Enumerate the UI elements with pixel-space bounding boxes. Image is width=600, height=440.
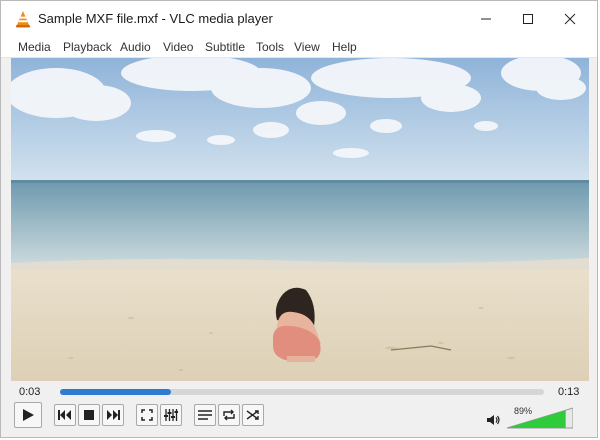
playlist-icon: [198, 410, 212, 420]
stop-icon: [84, 410, 94, 420]
menu-playback[interactable]: Playback: [63, 40, 112, 54]
fullscreen-button[interactable]: [136, 404, 158, 426]
seek-row: 0:03 0:13: [1, 381, 597, 401]
next-icon: [107, 410, 120, 420]
shuffle-icon: [246, 410, 259, 420]
next-button[interactable]: [102, 404, 124, 426]
close-icon: [564, 13, 576, 25]
window-title: Sample MXF file.mxf - VLC media player: [38, 11, 273, 26]
vlc-window: Sample MXF file.mxf - VLC media player M…: [0, 0, 598, 438]
playlist-button[interactable]: [194, 404, 216, 426]
video-frame-beach: [11, 58, 589, 381]
title-bar: Sample MXF file.mxf - VLC media player: [1, 1, 597, 37]
menu-media[interactable]: Media: [18, 40, 51, 54]
minimize-button[interactable]: [463, 1, 509, 37]
extended-settings-button[interactable]: [160, 404, 182, 426]
close-button[interactable]: [547, 1, 593, 37]
menu-subtitle[interactable]: Subtitle: [205, 40, 245, 54]
menu-tools[interactable]: Tools: [256, 40, 284, 54]
play-icon: [23, 409, 34, 421]
speaker-icon[interactable]: [487, 414, 501, 426]
maximize-icon: [523, 14, 533, 24]
volume-slider[interactable]: [506, 407, 574, 429]
menu-view[interactable]: View: [294, 40, 320, 54]
equalizer-icon: [164, 409, 178, 421]
menu-audio[interactable]: Audio: [120, 40, 151, 54]
menu-help[interactable]: Help: [332, 40, 357, 54]
previous-button[interactable]: [54, 404, 76, 426]
elapsed-time: 0:03: [19, 386, 41, 398]
loop-icon: [223, 409, 235, 421]
video-display[interactable]: [11, 58, 589, 381]
total-time: 0:13: [558, 386, 580, 398]
minimize-icon: [481, 18, 491, 20]
menu-bar: Media Playback Audio Video Subtitle Tool…: [1, 37, 597, 58]
control-bar: 89%: [1, 401, 597, 437]
previous-icon: [58, 410, 71, 420]
loop-button[interactable]: [218, 404, 240, 426]
seek-progress-fill: [60, 389, 172, 395]
maximize-button[interactable]: [505, 1, 551, 37]
seek-bar[interactable]: [60, 389, 544, 395]
vlc-cone-icon: [16, 11, 30, 28]
play-button[interactable]: [14, 402, 42, 428]
stop-button[interactable]: [78, 404, 100, 426]
shuffle-button[interactable]: [242, 404, 264, 426]
menu-video[interactable]: Video: [163, 40, 193, 54]
fullscreen-icon: [141, 409, 153, 421]
